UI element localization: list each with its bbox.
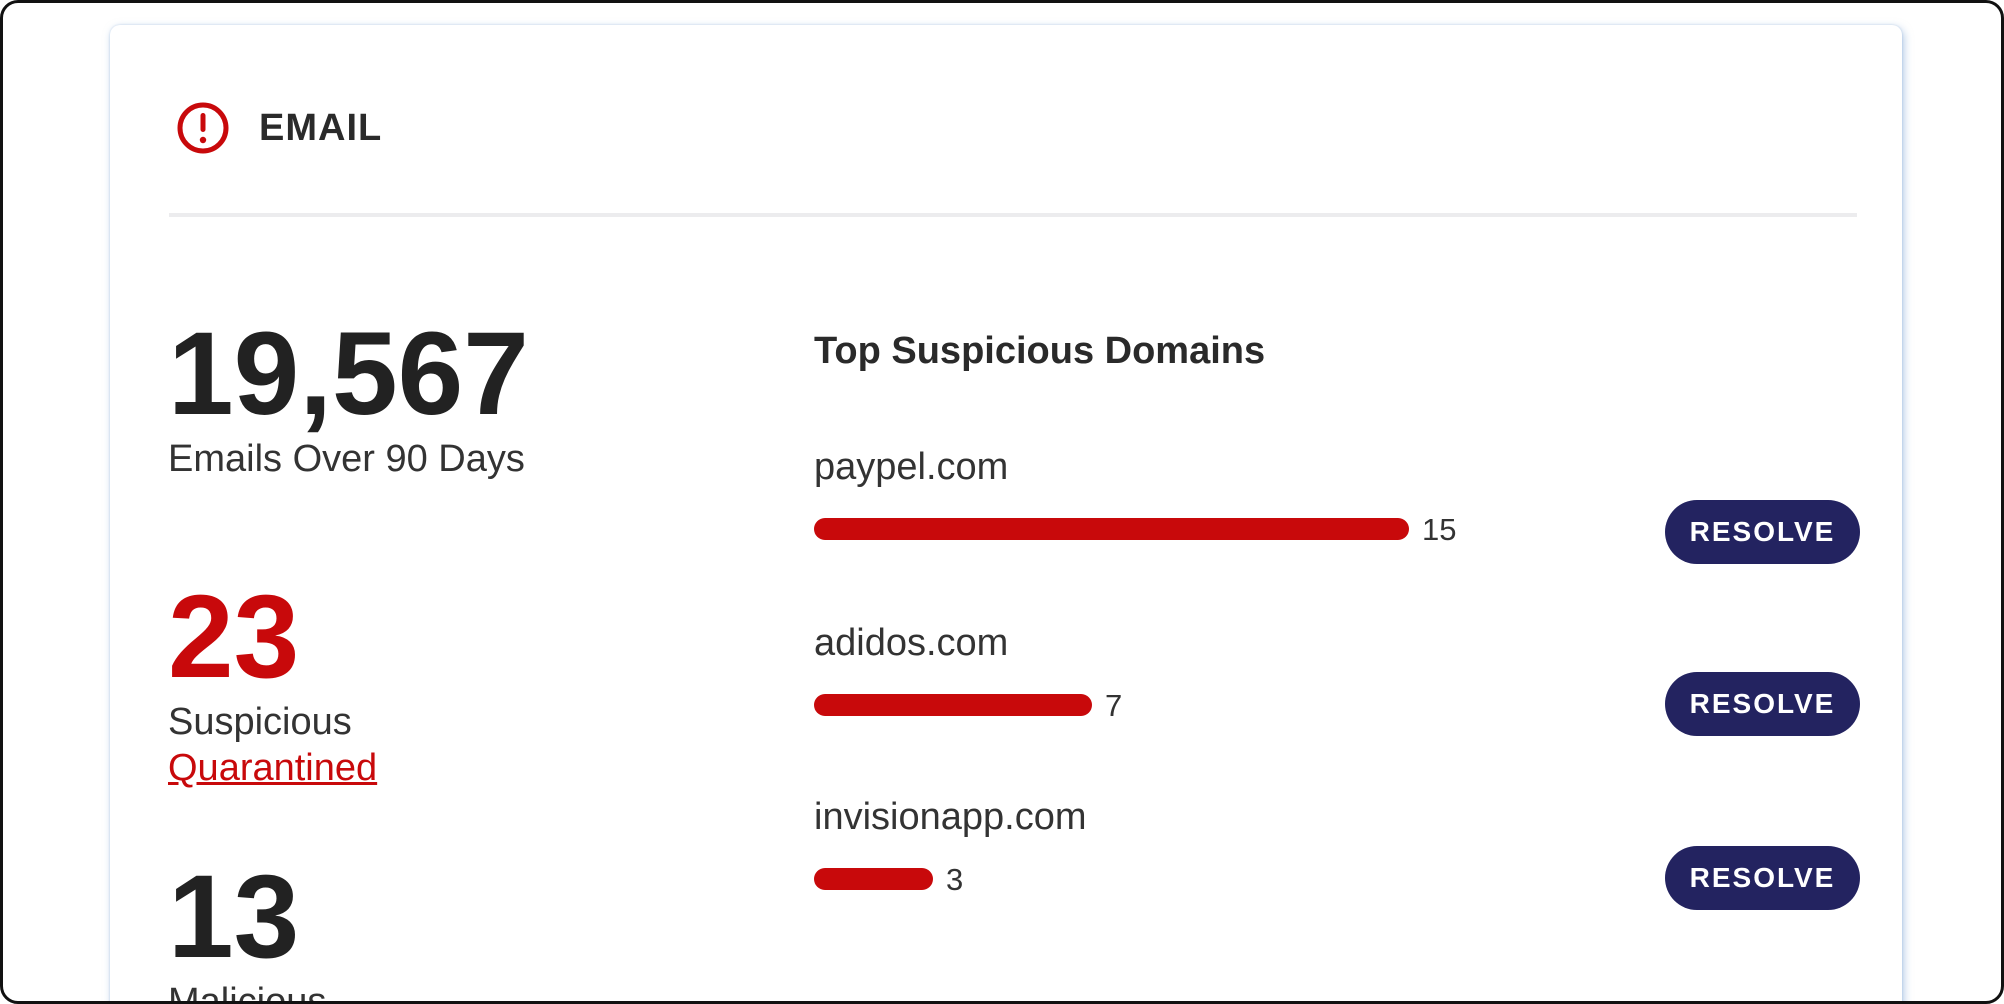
alert-circle-icon: [177, 102, 229, 154]
card-title: EMAIL: [259, 106, 383, 149]
domain-count-bar: [814, 868, 933, 890]
domain-row: paypel.com 15 RESOLVE: [814, 446, 1860, 566]
bar-track: 3: [814, 862, 1814, 897]
suspicious-label: Suspicious: [168, 701, 352, 743]
email-card: EMAIL 19,567 Emails Over 90 Days 23 Susp…: [110, 25, 1902, 1004]
domain-name: adidos.com: [814, 622, 1009, 664]
domain-row: invisionapp.com 3 RESOLVE: [814, 796, 1860, 916]
emails-count: 19,567: [168, 308, 529, 440]
header-divider: [169, 213, 1857, 217]
domain-count: 3: [946, 862, 964, 897]
resolve-button[interactable]: RESOLVE: [1665, 846, 1860, 910]
domain-name: invisionapp.com: [814, 796, 1087, 838]
app-frame: EMAIL 19,567 Emails Over 90 Days 23 Susp…: [0, 0, 2004, 1004]
section-title: Top Suspicious Domains: [814, 330, 1266, 372]
domain-count-bar: [814, 518, 1409, 540]
stat-emails: 19,567 Emails Over 90 Days: [168, 315, 529, 483]
stat-suspicious: 23 Suspicious Quarantined: [168, 578, 377, 791]
domain-row: adidos.com 7 RESOLVE: [814, 622, 1860, 742]
suspicious-count: 23: [168, 571, 300, 703]
top-domains-section: Top Suspicious Domains paypel.com 15 RES…: [814, 330, 1860, 910]
emails-label: Emails Over 90 Days: [168, 438, 525, 480]
bar-track: 15: [814, 512, 1814, 547]
card-header: EMAIL: [175, 100, 382, 156]
domain-count-bar: [814, 694, 1092, 716]
domain-count: 15: [1422, 512, 1457, 547]
stat-malicious: 13 Malicious: [168, 851, 327, 1004]
malicious-label: Malicious: [168, 981, 327, 1004]
resolve-button[interactable]: RESOLVE: [1665, 500, 1860, 564]
domain-name: paypel.com: [814, 446, 1009, 488]
malicious-count: 13: [168, 851, 300, 983]
resolve-button[interactable]: RESOLVE: [1665, 672, 1860, 736]
quarantined-link[interactable]: Quarantined: [168, 746, 377, 792]
bar-track: 7: [814, 688, 1814, 723]
domain-count: 7: [1105, 688, 1123, 723]
